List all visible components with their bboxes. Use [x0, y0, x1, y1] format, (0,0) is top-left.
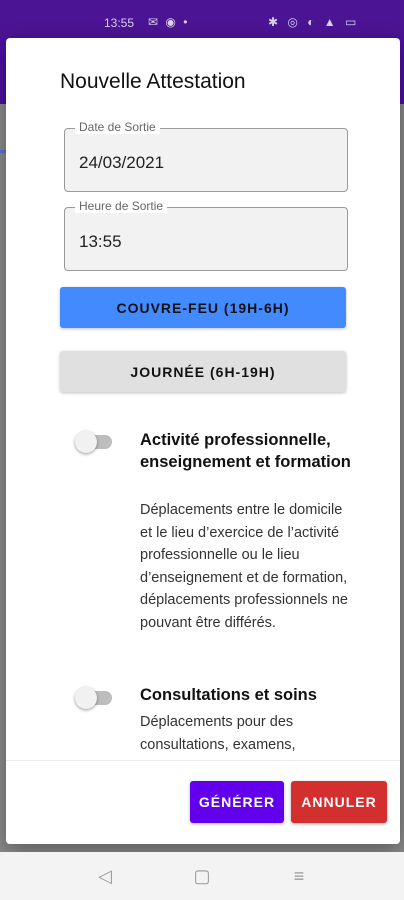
back-icon[interactable]: ◁ [90, 866, 120, 887]
dialog-actions: GÉNÉRER ANNULER [6, 760, 400, 844]
reason-title: Activité professionnelle, enseignement e… [140, 431, 351, 471]
status-time: 13:55 [104, 16, 135, 30]
exit-date-value: 24/03/2021 [79, 153, 165, 172]
toggle-knob [75, 431, 97, 453]
exit-time-value: 13:55 [79, 232, 122, 251]
professional-toggle[interactable] [75, 431, 112, 453]
reason-description: Déplacements entre le domicile et le lie… [140, 502, 348, 631]
cancel-button[interactable]: ANNULER [291, 781, 387, 823]
daytime-button[interactable]: JOURNÉE (6H-19H) [60, 351, 346, 392]
home-icon[interactable]: ▢ [187, 866, 217, 887]
reason-title: Consultations et soins [140, 686, 317, 704]
notification-icons: ✉ ◉ • [148, 15, 190, 29]
exit-time-label: Heure de Sortie [75, 199, 168, 213]
exit-time-field[interactable]: Heure de Sortie 13:55 [64, 199, 348, 271]
exit-date-field[interactable]: Date de Sortie 24/03/2021 [64, 120, 348, 192]
toggle-knob [75, 687, 97, 709]
system-status-icons: ✱ ◎ ◐ ▲ ▭ [268, 15, 360, 29]
dialog-title: Nouvelle Attestation [60, 70, 246, 93]
new-attestation-dialog: Nouvelle Attestation Date de Sortie 24/0… [6, 38, 400, 844]
menu-icon[interactable]: ≡ [284, 866, 314, 887]
generate-button[interactable]: GÉNÉRER [190, 781, 284, 823]
curfew-button[interactable]: COUVRE-FEU (19H-6H) [60, 287, 346, 328]
reason-description: Déplacements pour des consultations, exa… [140, 714, 296, 753]
status-bar: 13:55 ✉ ◉ • ✱ ◎ ◐ ▲ ▭ [0, 0, 404, 38]
health-toggle[interactable] [75, 687, 112, 709]
exit-date-label: Date de Sortie [75, 120, 160, 134]
